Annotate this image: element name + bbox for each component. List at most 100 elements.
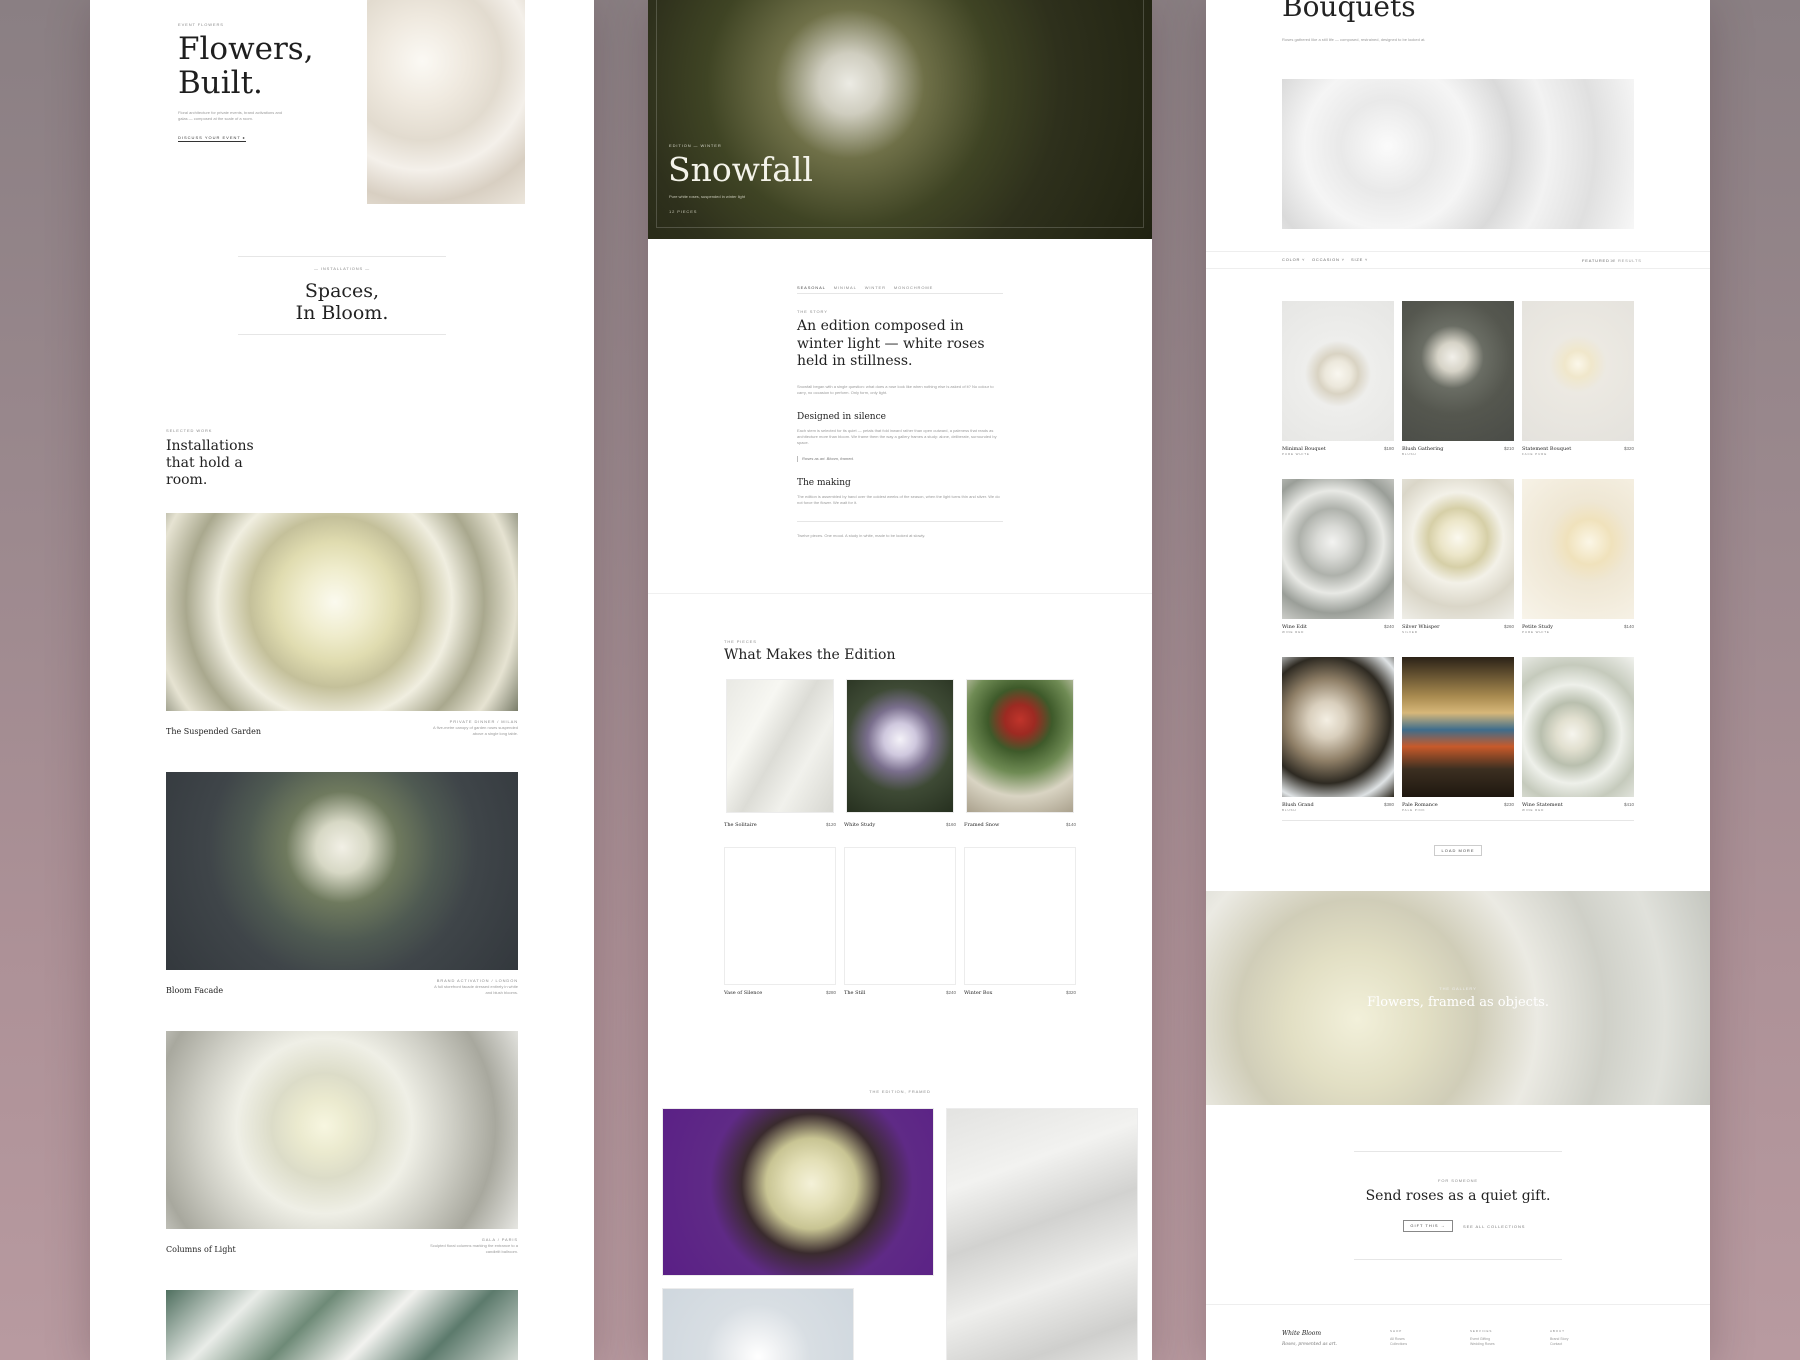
hero-sub: Pure white roses, suspended in winter li…: [669, 194, 746, 199]
piece-price: $320: [1065, 990, 1076, 995]
footer-link[interactable]: Wedding Roses: [1470, 1342, 1495, 1347]
product-image[interactable]: [1402, 657, 1514, 797]
footer-brand[interactable]: White Bloom: [1282, 1330, 1321, 1337]
works-eyebrow: SELECTED WORK: [166, 428, 213, 433]
work-image-bloom-facade[interactable]: [166, 772, 518, 970]
tag[interactable]: SEASONAL: [797, 285, 826, 290]
tag[interactable]: WINTER: [865, 285, 886, 290]
hero-image: [367, 0, 525, 204]
gift-title: Send roses as a quiet gift.: [1365, 1188, 1551, 1204]
banner-title: Flowers, framed as objects.: [1367, 995, 1549, 1010]
designed-title: Designed in silence: [797, 412, 886, 422]
hero-eyebrow: EDITION — WINTER: [669, 143, 722, 148]
piece-name[interactable]: The Still: [844, 990, 865, 996]
making-body: The edition is assembled by hand over th…: [797, 494, 1000, 505]
bouquets-hero-image: [1282, 79, 1634, 229]
product-image[interactable]: [1522, 301, 1634, 441]
piece-name[interactable]: The Solitaire: [724, 822, 757, 828]
banner-eyebrow: THE GALLERY: [1439, 986, 1477, 991]
work-image-next: [166, 1290, 518, 1360]
filter-color[interactable]: COLOR ˅: [1282, 257, 1305, 262]
piece-image-empty[interactable]: [964, 847, 1076, 985]
piece-name[interactable]: Vase of Silence: [724, 990, 762, 996]
edition-page: EDITION — WINTER Snowfall Pure white ros…: [648, 0, 1152, 1360]
closing-text: Twelve pieces. One mood. A study in whit…: [797, 533, 926, 538]
work-desc: Sculpted floral columns marking the entr…: [430, 1243, 518, 1254]
piece-price: $280: [825, 990, 836, 995]
product-price: $380: [1383, 802, 1394, 807]
piece-price: $120: [825, 822, 836, 827]
filter-size[interactable]: SIZE ˅: [1351, 257, 1368, 262]
footer-col-services: SERVICES Event Gifting Wedding Roses: [1470, 1329, 1495, 1347]
pieces-eyebrow: THE PIECES: [724, 639, 757, 644]
work-image-suspended-garden[interactable]: [166, 513, 518, 711]
product-price: $410: [1623, 802, 1634, 807]
product-sub: PALE PINK: [1402, 808, 1426, 812]
product-price: $180: [1383, 446, 1394, 451]
discuss-event-link[interactable]: DISCUSS YOUR EVENT ▸: [178, 135, 246, 142]
footer-tagline: Roses, presented as art.: [1282, 1342, 1338, 1347]
hero-count: 12 PIECES: [669, 209, 698, 214]
gallery-image-purple-rose[interactable]: [662, 1108, 934, 1276]
tag[interactable]: MONOCHROME: [894, 285, 933, 290]
section-eyebrow: — INSTALLATIONS —: [313, 266, 371, 271]
chevron-down-icon: ˅: [1365, 257, 1369, 262]
product-image[interactable]: [1282, 301, 1394, 441]
product-sub: PURE WHITE: [1522, 630, 1550, 634]
product-image[interactable]: [1402, 479, 1514, 619]
work-title[interactable]: The Suspended Garden: [166, 727, 261, 736]
chevron-down-icon: ˅: [1341, 257, 1345, 262]
product-price: $230: [1503, 802, 1514, 807]
gift-this-button[interactable]: GIFT THIS →: [1403, 1220, 1453, 1232]
piece-image-empty[interactable]: [844, 847, 956, 985]
hero-eyebrow: EVENT FLOWERS: [178, 22, 224, 27]
piece-image-empty[interactable]: [724, 847, 836, 985]
arrow-right-icon: →: [1440, 1223, 1446, 1228]
product-sub: BLUSH: [1282, 808, 1297, 812]
product-sub: FACE PURE: [1522, 452, 1548, 456]
story-title: An edition composed in winter light — wh…: [797, 318, 985, 369]
product-price: $260: [1503, 624, 1514, 629]
page-title: Bouquets: [1282, 0, 1416, 23]
making-title: The making: [797, 478, 851, 488]
installations-page: EVENT FLOWERS Flowers, Built. Floral arc…: [90, 0, 594, 1360]
product-image[interactable]: [1402, 301, 1514, 441]
load-more-button[interactable]: LOAD MORE: [1434, 845, 1482, 856]
tag-list: SEASONAL MINIMAL WINTER MONOCHROME: [797, 285, 933, 290]
works-title: Installations that hold a room.: [166, 438, 254, 488]
product-sub: WINE RED: [1282, 630, 1305, 634]
work-meta: PRIVATE DINNER / MILAN: [449, 719, 518, 724]
piece-image[interactable]: [966, 679, 1074, 813]
work-meta: GALA / PARIS: [481, 1237, 518, 1242]
piece-name[interactable]: Winter Box: [964, 990, 992, 996]
work-image-columns-of-light[interactable]: [166, 1031, 518, 1229]
piece-name[interactable]: White Study: [844, 822, 875, 828]
product-sub: WINE RED: [1522, 808, 1545, 812]
page-subtitle: Roses gathered like a still life — compo…: [1282, 37, 1426, 42]
story-body: Snowfall began with a single question: w…: [797, 384, 994, 395]
designed-body: Each stem is selected for its quiet — pe…: [797, 428, 997, 445]
gallery-image-white-rose[interactable]: [662, 1288, 854, 1360]
filter-occasion[interactable]: OCCASION ˅: [1312, 257, 1345, 262]
piece-image[interactable]: [846, 679, 954, 813]
footer-link[interactable]: Contact: [1550, 1342, 1568, 1347]
tag[interactable]: MINIMAL: [834, 285, 857, 290]
piece-name[interactable]: Framed Snow: [964, 822, 999, 828]
product-image[interactable]: [1282, 479, 1394, 619]
see-all-collections-link[interactable]: SEE ALL COLLECTIONS: [1463, 1224, 1525, 1229]
piece-price: $160: [945, 822, 956, 827]
results-count: 12 RESULTS: [1610, 258, 1642, 263]
product-image[interactable]: [1522, 479, 1634, 619]
work-title[interactable]: Columns of Light: [166, 1245, 236, 1254]
hero-title: Flowers, Built.: [178, 31, 314, 101]
chevron-down-icon: ˅: [1302, 257, 1306, 262]
piece-price: $140: [1065, 822, 1076, 827]
piece-price: $240: [945, 990, 956, 995]
gallery-image-fabric[interactable]: [946, 1108, 1138, 1360]
product-image[interactable]: [1282, 657, 1394, 797]
footer-link[interactable]: Collections: [1390, 1342, 1407, 1347]
work-title[interactable]: Bloom Facade: [166, 986, 223, 995]
piece-image[interactable]: [726, 679, 834, 813]
product-image[interactable]: [1522, 657, 1634, 797]
product-sub: PURE WHITE: [1282, 452, 1310, 456]
